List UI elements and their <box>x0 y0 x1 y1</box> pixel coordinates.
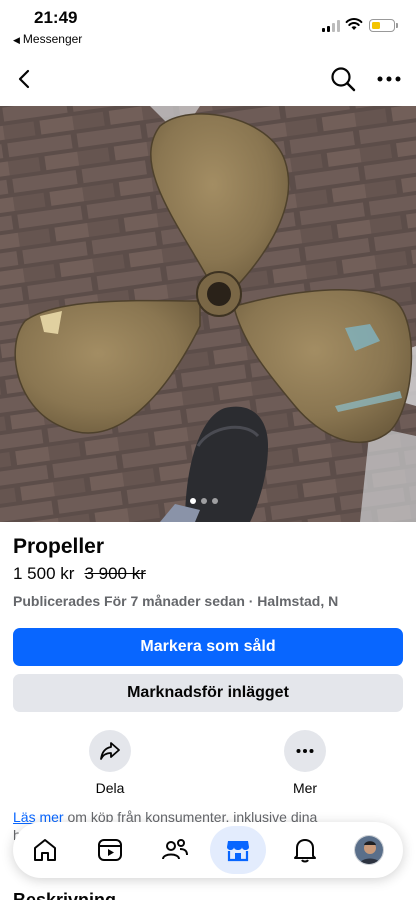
search-icon <box>331 67 356 92</box>
more-horizontal-icon <box>296 749 314 753</box>
more-action[interactable]: Mer <box>265 730 345 796</box>
share-icon <box>100 742 120 760</box>
carousel-dot <box>190 498 196 504</box>
tab-marketplace[interactable] <box>210 826 266 874</box>
marketplace-icon <box>227 841 249 862</box>
more-options-button[interactable] <box>372 62 406 96</box>
carousel-dot <box>201 498 207 504</box>
share-label: Dela <box>95 780 125 796</box>
back-app-label: Messenger <box>22 32 83 46</box>
wifi-icon <box>345 18 363 30</box>
tab-home[interactable] <box>23 828 67 872</box>
price-row: 1 500 kr 3 900 kr <box>13 564 146 584</box>
search-button[interactable] <box>326 62 360 96</box>
more-button[interactable] <box>284 730 326 772</box>
status-time: 21:49 <box>34 8 78 27</box>
tab-video[interactable] <box>88 828 132 872</box>
share-action[interactable]: Dela <box>70 730 150 796</box>
listing-meta: Publicerades För 7 månader sedan · Halms… <box>13 593 339 609</box>
tab-profile[interactable] <box>347 828 391 872</box>
more-horizontal-icon <box>377 76 401 82</box>
video-icon <box>98 839 122 861</box>
back-button[interactable] <box>8 62 42 96</box>
tab-notifications[interactable] <box>283 828 327 872</box>
listing-photo[interactable] <box>0 106 416 522</box>
original-price: 3 900 kr <box>84 564 146 583</box>
listing-title: Propeller <box>13 535 105 558</box>
promote-listing-button[interactable]: Marknadsför inlägget <box>13 674 403 712</box>
description-heading: Beskrivning <box>13 890 117 900</box>
bell-icon <box>294 839 316 863</box>
current-price: 1 500 kr <box>13 564 75 583</box>
avatar <box>354 835 384 865</box>
carousel-dot <box>212 498 218 504</box>
friends-icon <box>162 839 188 860</box>
bottom-tab-bar <box>13 822 403 878</box>
back-triangle-icon: ◀ <box>13 35 20 45</box>
more-label: Mer <box>292 780 318 796</box>
cellular-signal-icon <box>322 20 342 32</box>
propeller-photo-illustration <box>0 106 416 522</box>
battery-icon <box>369 19 398 32</box>
chevron-left-icon <box>18 69 30 89</box>
carousel-indicator <box>190 498 218 504</box>
top-nav <box>0 56 416 102</box>
share-button[interactable] <box>89 730 131 772</box>
back-to-app-link[interactable]: ◀ Messenger <box>13 32 82 46</box>
status-bar: 21:49 ◀ Messenger <box>0 0 416 50</box>
mark-as-sold-button[interactable]: Markera som såld <box>13 628 403 666</box>
home-icon <box>34 839 56 861</box>
tab-friends[interactable] <box>153 828 197 872</box>
